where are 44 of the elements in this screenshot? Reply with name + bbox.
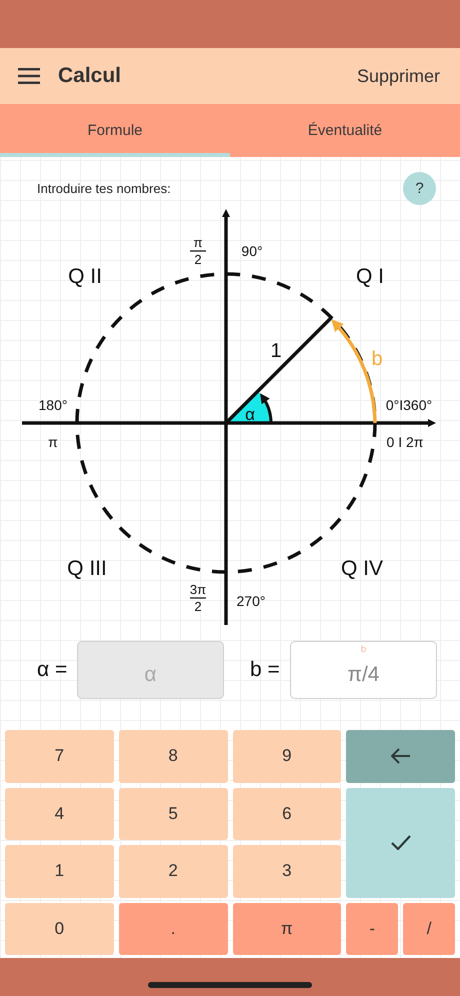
radius-label: 1 [270,340,282,362]
back-arrow-icon [390,748,411,764]
keypad-key[interactable]: 2 [118,845,228,898]
keypad-key[interactable]: 4 [5,788,114,840]
radian-label: 0 I 2π [386,434,424,450]
keypad-key[interactable]: 7 [5,730,114,782]
quadrant-label: Q III [67,557,107,580]
arc-label: b [371,348,383,370]
degree-label: 180° [38,397,68,413]
degree-label: 0°I360° [386,397,432,413]
quadrant-label: Q IV [341,557,383,580]
floating-label: b [360,645,368,655]
keypad-key[interactable]: 8 [118,730,228,782]
keypad-key[interactable]: 3 [232,845,342,898]
degree-label: 90° [241,243,263,259]
tab[interactable]: Formule [0,104,230,157]
keypad-key[interactable]: 6 [232,788,342,840]
degree-label: 270° [236,593,266,609]
variable-label: α = [37,658,68,682]
radian-label: π [48,434,58,450]
fraction-label: π 2 [190,235,206,267]
fraction-label: 3π 2 [190,582,206,614]
quadrant-label: Q II [68,265,102,288]
tab[interactable]: Éventualité [230,104,460,157]
prompt-text: Introduire tes nombres: [37,180,171,196]
keypad-key[interactable]: 1 [5,845,114,898]
keypad-key[interactable]: / [403,902,455,955]
screen-title: Calcul [58,64,122,88]
quadrant-label: Q I [356,265,384,288]
keypad-key[interactable]: 5 [118,788,228,840]
keypad-key[interactable]: π [232,902,342,955]
keypad-key[interactable]: 9 [232,730,342,782]
keypad-key[interactable]: 0 [5,902,114,955]
confirm-button[interactable] [346,788,455,898]
checkmark-icon [390,835,411,850]
keypad-key[interactable]: . [118,902,228,955]
angle-arrow [260,393,272,424]
backspace-button[interactable] [346,730,455,782]
angle-label: α [245,405,255,424]
menu-icon[interactable] [18,68,40,84]
keypad-key[interactable]: - [346,902,398,955]
delete-button[interactable]: Supprimer [356,66,440,86]
help-button[interactable]: ? [403,172,436,204]
variable-label: b = [250,658,281,682]
